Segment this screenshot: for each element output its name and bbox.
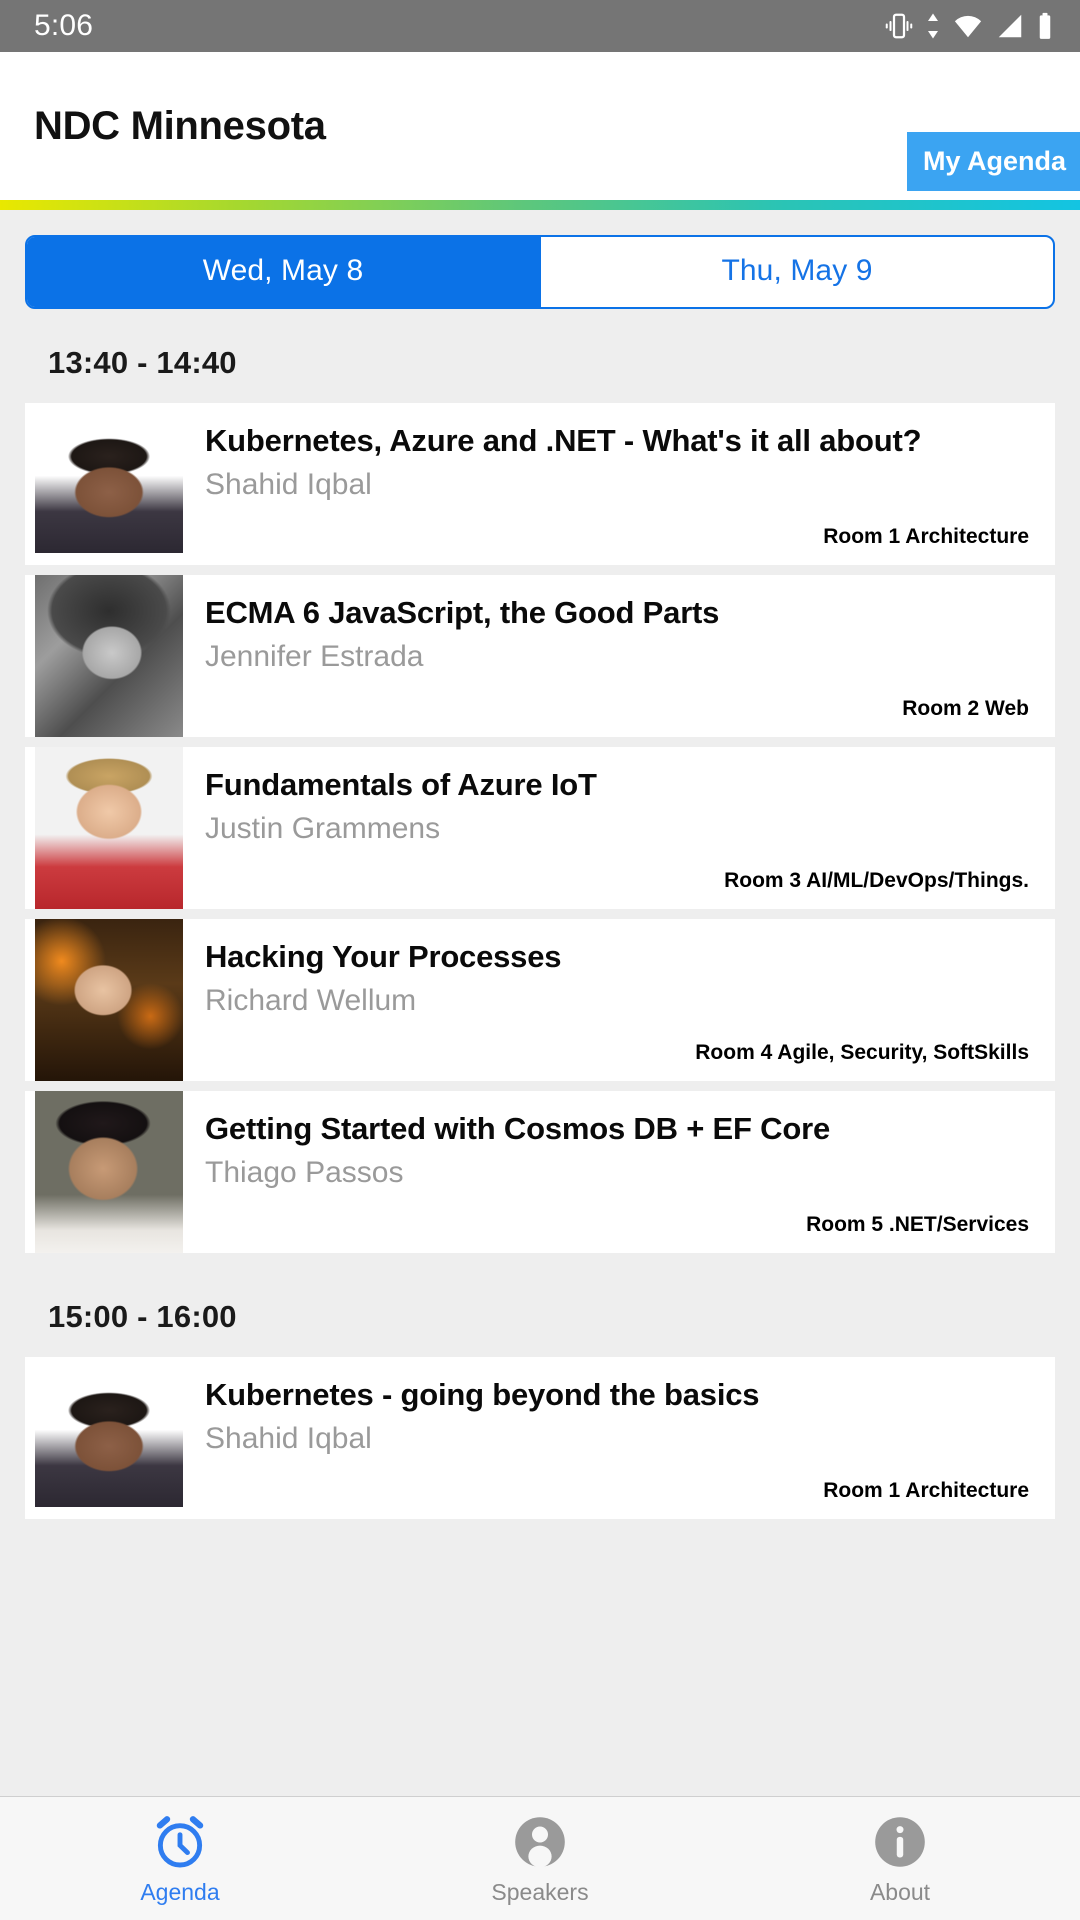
- session-speaker: Shahid Iqbal: [205, 467, 372, 501]
- day-tab-bar[interactable]: Wed, May 8 Thu, May 9: [25, 235, 1055, 309]
- status-bar-clock: 5:06: [34, 9, 94, 42]
- speaker-avatar: [35, 919, 183, 1081]
- session-room: Room 2 Web: [902, 697, 1029, 720]
- status-bar-icons: [884, 11, 1054, 41]
- session-room: Room 4 Agile, Security, SoftSkills: [695, 1041, 1029, 1064]
- my-agenda-button[interactable]: My Agenda: [906, 132, 1080, 192]
- session-card[interactable]: Hacking Your Processes Richard Wellum Ro…: [25, 919, 1055, 1081]
- nav-label-about: About: [869, 1879, 931, 1905]
- nav-item-agenda[interactable]: Agenda: [0, 1797, 360, 1920]
- session-details: Hacking Your Processes Richard Wellum Ro…: [183, 919, 1055, 1081]
- session-speaker: Justin Grammens: [205, 811, 441, 845]
- session-speaker: Richard Wellum: [205, 983, 417, 1017]
- alarm-clock-icon: [149, 1811, 211, 1873]
- session-title: Fundamentals of Azure IoT: [205, 767, 597, 802]
- session-details: Kubernetes - going beyond the basics Sha…: [183, 1357, 1055, 1519]
- session-card[interactable]: Fundamentals of Azure IoT Justin Grammen…: [25, 747, 1055, 909]
- session-title: Getting Started with Cosmos DB + EF Core: [205, 1111, 830, 1146]
- time-group-header: 13:40 - 14:40: [48, 345, 237, 380]
- info-circle-icon: [869, 1811, 931, 1873]
- page-title: NDC Minnesota: [34, 103, 326, 148]
- session-card[interactable]: Kubernetes, Azure and .NET - What's it a…: [25, 403, 1055, 565]
- speaker-avatar: [35, 1091, 183, 1253]
- session-details: ECMA 6 JavaScript, the Good Parts Jennif…: [183, 575, 1055, 737]
- nav-item-about[interactable]: About: [720, 1797, 1080, 1920]
- brand-gradient-divider: [0, 200, 1080, 210]
- nav-label-agenda: Agenda: [140, 1879, 220, 1905]
- battery-icon: [1036, 11, 1054, 41]
- session-speaker: Jennifer Estrada: [205, 639, 424, 673]
- speaker-avatar: [35, 575, 183, 737]
- data-transfer-icon: [925, 11, 941, 41]
- session-room: Room 1 Architecture: [823, 525, 1029, 548]
- session-title: Hacking Your Processes: [205, 939, 562, 974]
- wifi-icon: [952, 11, 984, 41]
- session-speaker: Thiago Passos: [205, 1155, 404, 1189]
- session-details: Fundamentals of Azure IoT Justin Grammen…: [183, 747, 1055, 909]
- speaker-avatar: [35, 747, 183, 909]
- person-circle-icon: [509, 1811, 571, 1873]
- tab-thu-may-9[interactable]: Thu, May 9: [539, 237, 1053, 307]
- nav-item-speakers[interactable]: Speakers: [360, 1797, 720, 1920]
- session-details: Getting Started with Cosmos DB + EF Core…: [183, 1091, 1055, 1253]
- tab-wed-may-8[interactable]: Wed, May 8: [27, 237, 539, 307]
- session-card[interactable]: ECMA 6 JavaScript, the Good Parts Jennif…: [25, 575, 1055, 737]
- session-title: Kubernetes - going beyond the basics: [205, 1377, 760, 1412]
- speaker-avatar: [35, 415, 183, 553]
- bottom-navigation: Agenda Speakers About: [0, 1796, 1080, 1920]
- session-room: Room 1 Architecture: [823, 1479, 1029, 1502]
- app-header: NDC Minnesota My Agenda: [0, 52, 1080, 200]
- signal-icon: [995, 11, 1025, 41]
- session-title: ECMA 6 JavaScript, the Good Parts: [205, 595, 720, 630]
- speaker-avatar: [35, 1369, 183, 1507]
- session-room: Room 5 .NET/Services: [806, 1213, 1029, 1236]
- session-title: Kubernetes, Azure and .NET - What's it a…: [205, 423, 922, 458]
- time-group-header: 15:00 - 16:00: [48, 1299, 237, 1334]
- vibrate-icon: [884, 11, 914, 41]
- status-bar: 5:06: [0, 0, 1080, 52]
- agenda-scroll-area[interactable]: Wed, May 8 Thu, May 9 13:40 - 14:40 Kube…: [0, 210, 1080, 1796]
- session-card[interactable]: Kubernetes - going beyond the basics Sha…: [25, 1357, 1055, 1519]
- session-card[interactable]: Getting Started with Cosmos DB + EF Core…: [25, 1091, 1055, 1253]
- session-speaker: Shahid Iqbal: [205, 1421, 372, 1455]
- nav-label-speakers: Speakers: [491, 1879, 589, 1905]
- session-room: Room 3 AI/ML/DevOps/Things.: [724, 869, 1029, 892]
- session-details: Kubernetes, Azure and .NET - What's it a…: [183, 403, 1055, 565]
